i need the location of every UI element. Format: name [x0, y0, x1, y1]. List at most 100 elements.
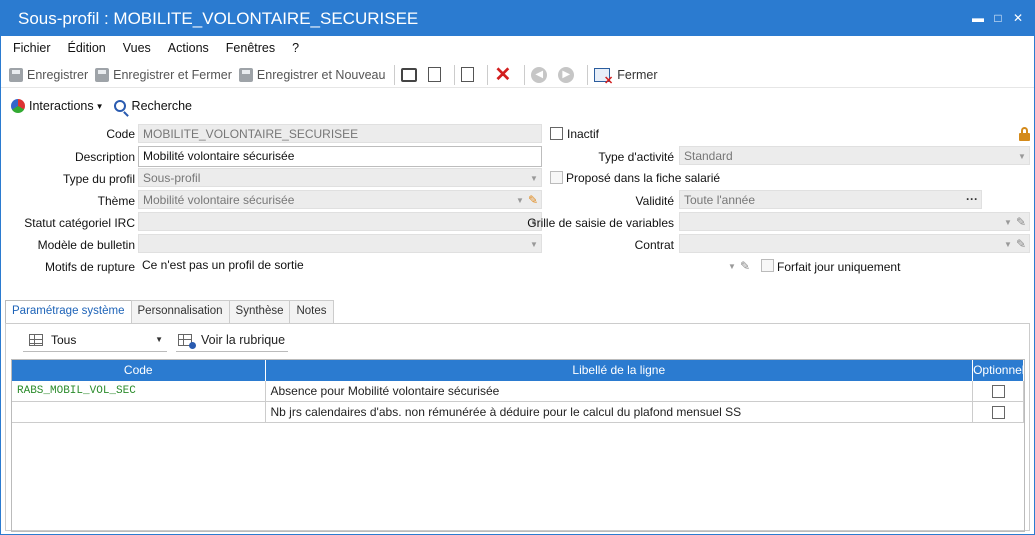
maximize-button[interactable]: □ — [988, 9, 1008, 27]
delete-button[interactable]: ✕ — [494, 65, 515, 85]
forfait-checkbox[interactable] — [761, 259, 774, 272]
tab-synthese[interactable]: Synthèse — [228, 300, 291, 323]
print-button[interactable] — [401, 67, 421, 82]
filter-value: Tous — [51, 333, 77, 347]
voir-rubrique-label: Voir la rubrique — [201, 333, 286, 347]
chevron-down-icon: ▼ — [1004, 240, 1012, 249]
gear-icon — [189, 342, 196, 349]
menu-fenetres[interactable]: Fenêtres — [226, 41, 275, 55]
optional-checkbox[interactable] — [991, 384, 1005, 398]
row-code: RABS_MOBIL_VOL_SEC — [12, 381, 266, 401]
contrat-label: Contrat — [634, 238, 674, 252]
toolbar-separator — [587, 64, 589, 85]
theme-label: Thème — [97, 194, 135, 208]
copy-button[interactable] — [461, 67, 478, 82]
table-row[interactable]: Nb jrs calendaires d'abs. non rémunérée … — [12, 402, 1024, 423]
main-toolbar: Enregistrer Enregistrer et Fermer Enregi… — [1, 62, 1034, 88]
previous-button[interactable]: ◀ — [531, 66, 551, 83]
propose-label: Proposé dans la fiche salarié — [566, 171, 721, 185]
pencil-icon[interactable]: ✎ — [740, 259, 750, 273]
inactif-checkbox[interactable] — [550, 127, 563, 140]
close-form-button[interactable]: Fermer — [594, 67, 658, 87]
menu-actions[interactable]: Actions — [168, 41, 209, 55]
grille-select[interactable] — [679, 212, 1030, 231]
voir-rubrique-button[interactable]: Voir la rubrique — [176, 330, 288, 352]
chevron-down-icon: ▼ — [728, 262, 736, 271]
type-activite-select[interactable]: Standard — [679, 146, 1030, 165]
tab-strip: Paramétrage système Personnalisation Syn… — [5, 300, 334, 324]
save-close-icon — [95, 67, 110, 82]
contrat-select[interactable] — [679, 234, 1030, 253]
search-label: Recherche — [131, 99, 192, 113]
menu-vues[interactable]: Vues — [123, 41, 151, 55]
arrow-right-icon: ▶ — [558, 66, 575, 83]
menu-fichier[interactable]: Fichier — [13, 41, 51, 55]
interactions-label: Interactions — [29, 99, 94, 113]
secondary-toolbar: Interactions ▼ Recherche — [1, 95, 202, 117]
header-code[interactable]: Code — [12, 360, 266, 381]
chevron-down-icon: ▼ — [516, 196, 524, 205]
chevron-down-icon: ▼ — [1018, 152, 1026, 161]
menu-help[interactable]: ? — [292, 41, 299, 55]
propose-checkbox[interactable] — [550, 171, 563, 184]
chevron-down-icon: ▼ — [530, 240, 538, 249]
optional-checkbox[interactable] — [991, 405, 1005, 419]
print-preview-icon — [428, 67, 442, 82]
tab-parametrage-systeme[interactable]: Paramétrage système — [5, 300, 132, 324]
validite-field[interactable]: Toute l'année — [679, 190, 982, 209]
inactif-label: Inactif — [567, 127, 600, 141]
search-button[interactable]: Recherche — [113, 99, 192, 113]
close-form-label: Fermer — [617, 67, 658, 82]
menu-edition[interactable]: Édition — [68, 41, 106, 55]
lines-table: Code Libellé de la ligne Optionnel RABS_… — [11, 359, 1025, 532]
save-new-icon — [238, 67, 253, 82]
description-input[interactable]: Mobilité volontaire sécurisée — [138, 146, 542, 167]
type-activite-label: Type d'activité — [598, 150, 674, 164]
filter-combo[interactable]: Tous ▼ — [23, 330, 167, 352]
pencil-icon[interactable]: ✎ — [528, 193, 538, 207]
pencil-icon[interactable]: ✎ — [1016, 215, 1026, 229]
chevron-down-icon: ▼ — [1004, 218, 1012, 227]
search-icon — [113, 100, 126, 112]
statut-irc-select[interactable] — [138, 212, 542, 231]
modele-label: Modèle de bulletin — [37, 238, 135, 252]
tab-personnalisation[interactable]: Personnalisation — [130, 300, 230, 323]
save-close-label: Enregistrer et Fermer — [113, 67, 232, 82]
modele-select[interactable] — [138, 234, 542, 253]
close-form-icon — [594, 67, 613, 87]
print-preview-button[interactable] — [428, 67, 445, 82]
toolbar-separator — [394, 64, 396, 85]
close-window-button[interactable]: ✕ — [1008, 9, 1028, 27]
ellipsis-icon[interactable]: ··· — [966, 192, 978, 206]
row-optional-cell — [973, 381, 1024, 401]
code-field[interactable]: MOBILITE_VOLONTAIRE_SECURISEE — [138, 124, 542, 143]
app-window: Sous-profil : MOBILITE_VOLONTAIRE_SECURI… — [0, 0, 1035, 535]
grid-icon — [29, 334, 43, 346]
motifs-label: Motifs de rupture — [44, 260, 135, 274]
table-row[interactable]: RABS_MOBIL_VOL_SEC Absence pour Mobilité… — [12, 381, 1024, 402]
table-empty-area — [12, 423, 1024, 531]
statut-irc-label: Statut catégoriel IRC — [24, 216, 135, 230]
save-new-button[interactable]: Enregistrer et Nouveau — [238, 67, 385, 82]
grille-label: Grille de saisie de variables — [527, 216, 674, 230]
tab-notes[interactable]: Notes — [289, 300, 334, 323]
header-libelle[interactable]: Libellé de la ligne — [266, 360, 974, 381]
row-label: Absence pour Mobilité volontaire sécuris… — [266, 381, 974, 401]
theme-select[interactable]: Mobilité volontaire sécurisée — [138, 190, 542, 209]
save-button[interactable]: Enregistrer — [9, 67, 89, 82]
motifs-select[interactable]: Ce n'est pas un profil de sortie — [138, 256, 738, 275]
toolbar-separator — [524, 64, 526, 85]
save-label: Enregistrer — [27, 67, 89, 82]
window-title: Sous-profil : MOBILITE_VOLONTAIRE_SECURI… — [18, 9, 419, 28]
code-label: Code — [106, 127, 135, 141]
minimize-button[interactable]: ▬ — [968, 9, 988, 27]
printer-icon — [401, 67, 418, 82]
next-button[interactable]: ▶ — [558, 66, 578, 83]
type-profil-label: Type du profil — [62, 172, 135, 186]
interactions-button[interactable]: Interactions ▼ — [11, 99, 104, 113]
save-close-button[interactable]: Enregistrer et Fermer — [95, 67, 232, 82]
type-profil-select[interactable]: Sous-profil — [138, 168, 542, 187]
chevron-down-icon: ▼ — [95, 101, 104, 111]
header-optionnel[interactable]: Optionnel — [973, 360, 1024, 381]
pencil-icon[interactable]: ✎ — [1016, 237, 1026, 251]
